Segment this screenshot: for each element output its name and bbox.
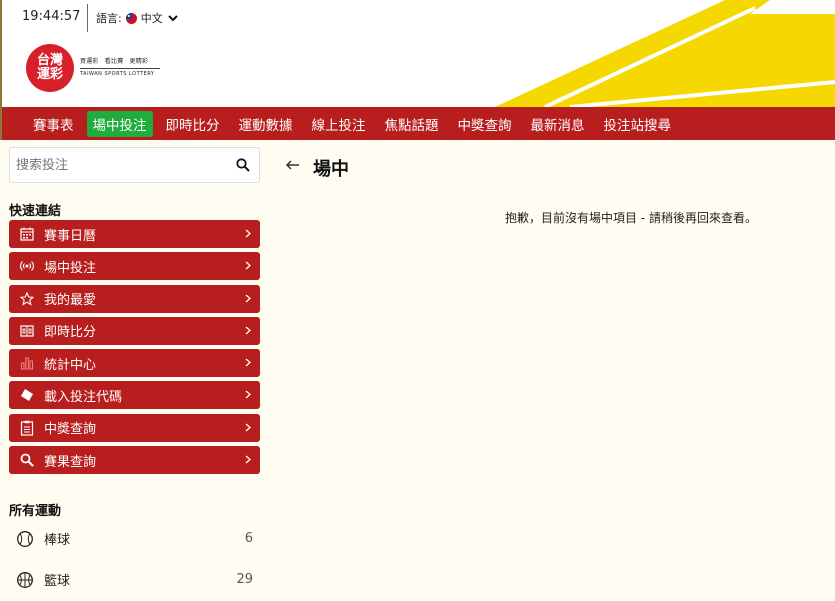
basketball-icon	[17, 571, 33, 588]
quick-link-event-calendar[interactable]: 賽事日曆	[9, 220, 260, 248]
main-nav: 賽事表 場中投注 即時比分 運動數據 線上投注 焦點話題 中獎查詢 最新消息 投…	[0, 107, 835, 140]
header-divider	[87, 4, 88, 32]
all-sports-title: 所有運動	[9, 504, 62, 519]
quick-link-results[interactable]: 賽果查詢	[9, 446, 260, 475]
quick-link-favorites[interactable]: 我的最愛	[9, 284, 260, 313]
top-header: 19:44:57 語言: 中文 台灣 運彩 買運彩 看比賽 更精彩 TAIWAN…	[0, 0, 835, 107]
logo-line-1: 台灣	[36, 53, 63, 68]
sport-count: 29	[236, 572, 253, 587]
quick-link-label: 即時比分	[44, 325, 97, 341]
chevron-right-icon	[245, 358, 251, 367]
quick-links-list: 賽事日曆 場中投注 我的最愛 即時比分 統計中心 載入投注代碼 中獎查詢 賽果查…	[9, 220, 260, 478]
quick-link-live-scores[interactable]: 即時比分	[9, 316, 260, 345]
logo-tagline: 買運彩 看比賽 更精彩 TAIWAN SPORTS LOTTERY	[80, 56, 160, 77]
quick-link-label: 統計中心	[44, 357, 97, 373]
sport-label: 籃球	[44, 574, 71, 589]
nav-live-betting[interactable]: 場中投注	[86, 110, 153, 137]
nav-sports-data[interactable]: 運動數據	[233, 111, 299, 137]
chevron-right-icon	[245, 390, 251, 399]
clock: 19:44:57	[22, 9, 81, 24]
chevron-right-icon	[245, 261, 251, 270]
search-icon[interactable]	[236, 158, 250, 172]
nav-schedule[interactable]: 賽事表	[27, 111, 80, 137]
quick-link-label: 賽果查詢	[44, 454, 97, 470]
language-label: 語言:	[96, 12, 122, 25]
sport-basketball[interactable]: 籃球 29	[9, 559, 260, 600]
taiwan-flag-icon	[125, 12, 137, 24]
nav-hot-topics[interactable]: 焦點話題	[379, 111, 445, 137]
quick-link-prize-check[interactable]: 中獎查詢	[9, 413, 260, 442]
clipboard-icon	[19, 420, 35, 436]
quick-link-label: 中獎查詢	[44, 422, 97, 438]
star-icon	[19, 291, 35, 307]
quick-link-label: 場中投注	[44, 260, 97, 276]
quick-link-label: 賽事日曆	[44, 228, 97, 244]
nav-store-finder[interactable]: 投注站搜尋	[598, 111, 678, 137]
chevron-right-icon	[245, 455, 251, 464]
bar-chart-icon	[19, 355, 35, 371]
language-value: 中文	[140, 12, 163, 25]
quick-links-title: 快速連結	[9, 204, 62, 219]
chevron-right-icon	[245, 294, 251, 303]
logo-rule	[80, 68, 160, 69]
quick-link-load-bet-code[interactable]: 載入投注代碼	[9, 381, 260, 410]
sport-baseball[interactable]: 棒球 6	[9, 518, 260, 559]
page-title: 場中	[313, 159, 349, 180]
chevron-right-icon	[245, 326, 251, 335]
language-selector[interactable]: 語言: 中文	[96, 10, 179, 26]
chevron-right-icon	[245, 229, 251, 238]
chevron-down-icon	[168, 15, 178, 22]
sports-list: 棒球 6 籃球 29	[9, 518, 260, 600]
taiwan-sports-lottery-logo[interactable]: 台灣 運彩	[26, 44, 74, 92]
live-broadcast-icon	[19, 258, 35, 274]
sport-label: 棒球	[44, 533, 71, 548]
quick-link-label: 我的最愛	[44, 293, 97, 309]
back-arrow-icon[interactable]	[285, 157, 301, 173]
logo-line-2: 運彩	[36, 67, 63, 82]
calendar-icon	[19, 226, 35, 242]
search-icon	[19, 452, 35, 468]
empty-state-message: 抱歉，目前沒有場中項目 - 請稍後再回來查看。	[505, 211, 757, 225]
header-decoration-stripes	[495, 0, 835, 107]
scoreboard-icon	[19, 323, 35, 339]
logo-slogan: 買運彩 看比賽 更精彩	[80, 58, 149, 65]
sport-count: 6	[244, 531, 253, 546]
quick-link-label: 載入投注代碼	[44, 389, 123, 405]
quick-link-stats-center[interactable]: 統計中心	[9, 349, 260, 378]
nav-latest-news[interactable]: 最新消息	[525, 111, 591, 137]
nav-online-betting[interactable]: 線上投注	[306, 111, 372, 137]
nav-prize-check[interactable]: 中獎查詢	[452, 111, 518, 137]
logo-english-name: TAIWAN SPORTS LOTTERY	[80, 71, 155, 77]
search-input[interactable]	[10, 157, 225, 173]
nav-live-scores[interactable]: 即時比分	[160, 111, 226, 137]
ticket-icon	[19, 387, 35, 403]
search-box	[9, 147, 260, 183]
quick-link-live-betting[interactable]: 場中投注	[9, 252, 260, 281]
baseball-icon	[17, 530, 33, 547]
chevron-right-icon	[245, 423, 251, 432]
